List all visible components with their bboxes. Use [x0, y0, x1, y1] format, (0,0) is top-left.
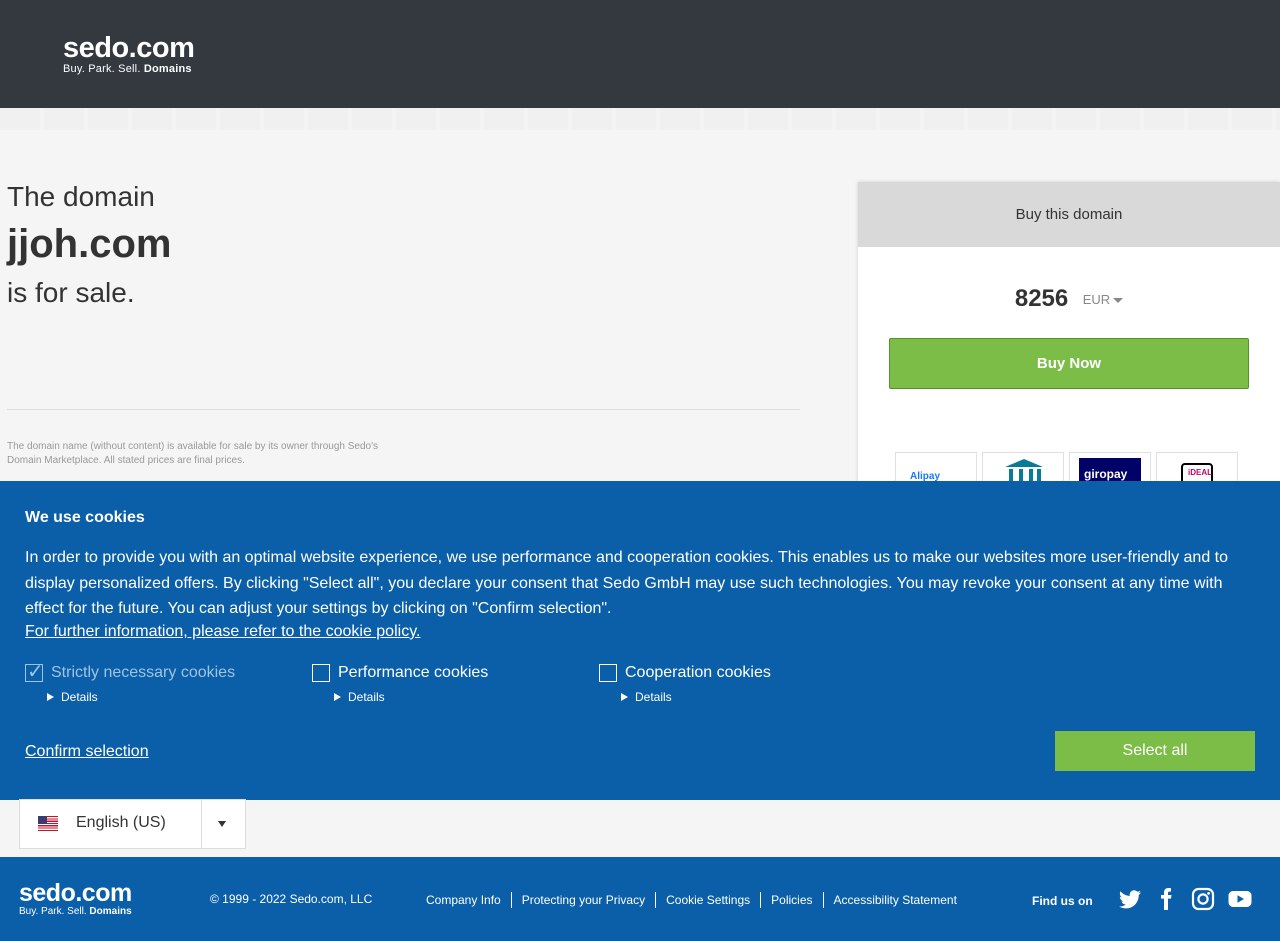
- footer-link-cookie-settings[interactable]: Cookie Settings: [655, 892, 760, 908]
- cookie-policy-link[interactable]: For further information, please refer to…: [25, 623, 420, 641]
- logo-wordmark: sedo.com: [63, 32, 195, 64]
- footer-link-company-info[interactable]: Company Info: [416, 892, 511, 908]
- footer-logo[interactable]: sedo.com Buy. Park. Sell. Domains: [19, 879, 132, 918]
- caret-down-icon: [218, 821, 226, 827]
- copyright: © 1999 - 2022 Sedo.com, LLC: [210, 892, 373, 906]
- cooperation-label: Cooperation cookies: [625, 664, 771, 681]
- us-flag-icon: [38, 816, 58, 831]
- divider: [7, 409, 800, 410]
- footer-link-policies[interactable]: Policies: [760, 892, 822, 908]
- headline-pre: The domain: [7, 181, 155, 212]
- site-footer: sedo.com Buy. Park. Sell. Domains © 1999…: [0, 857, 1280, 941]
- caret-down-icon: [1113, 297, 1124, 303]
- cookie-title: We use cookies: [25, 509, 145, 526]
- find-us-label: Find us on: [1032, 894, 1093, 908]
- performance-checkbox[interactable]: [312, 664, 330, 682]
- footer-link-accessibility[interactable]: Accessibility Statement: [822, 892, 967, 908]
- select-all-button[interactable]: Select all: [1055, 731, 1255, 771]
- disclaimer: The domain name (without content) is ava…: [7, 441, 378, 466]
- headline-post: is for sale.: [7, 277, 135, 308]
- sedo-logo[interactable]: sedo.com Buy. Park. Sell. Domains: [63, 32, 195, 76]
- instagram-icon[interactable]: [1190, 887, 1216, 911]
- buy-box: Buy this domain 8256 EUR Buy Now Alipay …: [858, 182, 1280, 502]
- site-header: sedo.com Buy. Park. Sell. Domains: [0, 0, 1280, 108]
- buy-box-title: Buy this domain: [858, 182, 1280, 247]
- currency-select[interactable]: EUR: [1083, 292, 1124, 307]
- logo-tagline: Buy. Park. Sell. Domains: [63, 63, 192, 75]
- buy-now-button[interactable]: Buy Now: [889, 338, 1249, 389]
- domain-headline: The domain jjoh.com is for sale.: [7, 180, 171, 310]
- language-separator: [201, 800, 202, 848]
- youtube-icon[interactable]: [1227, 887, 1253, 911]
- cooperation-checkbox[interactable]: [599, 664, 617, 682]
- cooperation-details-toggle[interactable]: Details: [621, 690, 672, 704]
- header-pattern: [0, 108, 1280, 130]
- necessary-checkbox[interactable]: [25, 659, 44, 684]
- footer-logo-wordmark: sedo.com: [19, 879, 132, 907]
- price-row: 8256 EUR: [858, 285, 1280, 313]
- facebook-icon[interactable]: [1153, 887, 1179, 911]
- confirm-selection-link[interactable]: Confirm selection: [25, 743, 149, 761]
- twitter-icon[interactable]: [1117, 887, 1143, 911]
- necessary-label: Strictly necessary cookies: [51, 664, 236, 681]
- footer-logo-tagline: Buy. Park. Sell. Domains: [19, 906, 132, 917]
- performance-details-toggle[interactable]: Details: [334, 690, 385, 704]
- necessary-details-toggle[interactable]: Details: [47, 690, 98, 704]
- language-label: English (US): [76, 814, 166, 831]
- footer-link-privacy[interactable]: Protecting your Privacy: [510, 892, 655, 908]
- footer-links: Company Info Protecting your Privacy Coo…: [416, 892, 967, 908]
- price: 8256: [1014, 285, 1069, 312]
- cookie-banner: We use cookies In order to provide you w…: [0, 481, 1280, 800]
- language-selector[interactable]: English (US): [19, 799, 246, 849]
- cookie-text: In order to provide you with an optimal …: [25, 549, 1229, 617]
- domain-name: jjoh.com: [7, 222, 172, 266]
- performance-label: Performance cookies: [338, 664, 489, 681]
